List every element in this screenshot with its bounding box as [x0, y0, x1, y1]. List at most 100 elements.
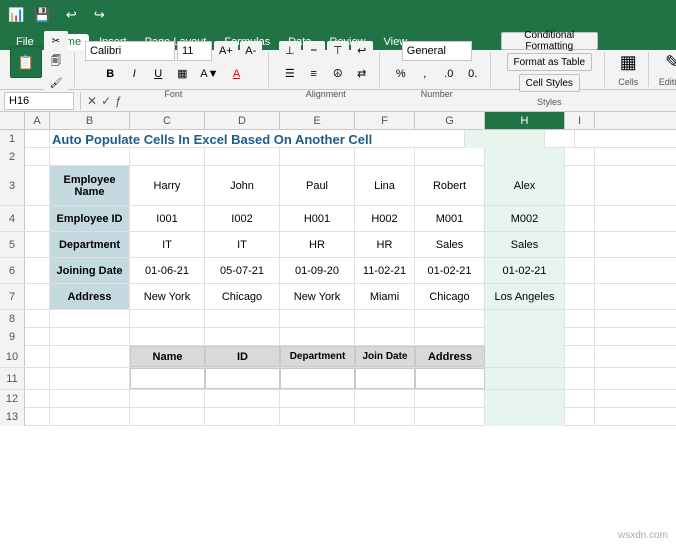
- confirm-formula-icon[interactable]: ✓: [101, 94, 111, 108]
- cell-D2[interactable]: [205, 148, 280, 166]
- cut-button[interactable]: ✂: [44, 31, 68, 51]
- cell-A6[interactable]: [25, 258, 50, 283]
- cell-A3[interactable]: [25, 166, 50, 205]
- cell-C7[interactable]: New York: [130, 284, 205, 309]
- decrease-decimal-button[interactable]: 0.: [462, 64, 484, 84]
- cell-H1[interactable]: [465, 130, 545, 148]
- cell-A11[interactable]: [25, 368, 50, 389]
- cell-E5[interactable]: HR: [280, 232, 355, 257]
- cell-E12[interactable]: [280, 390, 355, 408]
- cell-D9[interactable]: [205, 328, 280, 346]
- cell-B11[interactable]: [50, 368, 130, 389]
- format-painter-button[interactable]: 🖌: [44, 73, 68, 93]
- cell-D11[interactable]: [205, 368, 280, 389]
- cell-B9[interactable]: [50, 328, 130, 346]
- cancel-formula-icon[interactable]: ✕: [87, 94, 97, 108]
- cell-F8[interactable]: [355, 310, 415, 328]
- cell-B12[interactable]: [50, 390, 130, 408]
- cell-F13[interactable]: [355, 408, 415, 426]
- col-header-B[interactable]: B: [50, 112, 130, 129]
- cell-G12[interactable]: [415, 390, 485, 408]
- editing-icon[interactable]: ✎: [660, 52, 676, 72]
- formula-input[interactable]: [126, 94, 672, 108]
- cell-B2[interactable]: [50, 148, 130, 166]
- cell-I10[interactable]: [565, 346, 595, 367]
- col-header-C[interactable]: C: [130, 112, 205, 129]
- cell-B13[interactable]: [50, 408, 130, 426]
- cell-C6[interactable]: 01-06-21: [130, 258, 205, 283]
- insert-function-icon[interactable]: ƒ: [115, 94, 122, 108]
- conditional-formatting-button[interactable]: Conditional Formatting: [501, 32, 598, 50]
- cell-C2[interactable]: [130, 148, 205, 166]
- cell-D12[interactable]: [205, 390, 280, 408]
- cell-E4[interactable]: H001: [280, 206, 355, 231]
- cell-H7[interactable]: Los Angeles: [485, 284, 565, 309]
- cell-F5[interactable]: HR: [355, 232, 415, 257]
- font-color-button[interactable]: A: [226, 64, 248, 84]
- cell-G3[interactable]: Robert: [415, 166, 485, 205]
- cell-B1[interactable]: Auto Populate Cells In Excel Based On An…: [50, 130, 465, 148]
- col-header-E[interactable]: E: [280, 112, 355, 129]
- col-header-H[interactable]: H: [485, 112, 565, 129]
- cell-A7[interactable]: [25, 284, 50, 309]
- cell-H3[interactable]: Alex: [485, 166, 565, 205]
- cell-D5[interactable]: IT: [205, 232, 280, 257]
- cell-B6-joining-date[interactable]: Joining Date: [50, 258, 130, 283]
- cell-G10-address[interactable]: Address: [415, 346, 485, 367]
- cell-H4[interactable]: M002: [485, 206, 565, 231]
- increase-font-button[interactable]: A+: [214, 41, 238, 61]
- cell-C9[interactable]: [130, 328, 205, 346]
- cell-A5[interactable]: [25, 232, 50, 257]
- font-size-selector[interactable]: 11: [177, 41, 212, 61]
- cell-G5[interactable]: Sales: [415, 232, 485, 257]
- cell-E13[interactable]: [280, 408, 355, 426]
- cell-I1[interactable]: [545, 130, 575, 148]
- align-top-button[interactable]: ⊥: [279, 41, 301, 61]
- cell-F7[interactable]: Miami: [355, 284, 415, 309]
- align-bottom-button[interactable]: ⊤: [327, 41, 349, 61]
- bold-button[interactable]: B: [99, 64, 121, 84]
- cell-E3[interactable]: Paul: [280, 166, 355, 205]
- cell-E8[interactable]: [280, 310, 355, 328]
- cell-A13[interactable]: [25, 408, 50, 426]
- cell-G13[interactable]: [415, 408, 485, 426]
- col-header-A[interactable]: A: [25, 112, 50, 129]
- cell-D6[interactable]: 05-07-21: [205, 258, 280, 283]
- undo-button[interactable]: ↩: [60, 5, 82, 25]
- cell-reference-box[interactable]: H16: [4, 92, 74, 110]
- cell-G7[interactable]: Chicago: [415, 284, 485, 309]
- cells-button[interactable]: ▦: [615, 52, 642, 72]
- cell-styles-button[interactable]: Cell Styles: [519, 74, 580, 92]
- cell-A9[interactable]: [25, 328, 50, 346]
- cell-C4[interactable]: I001: [130, 206, 205, 231]
- align-middle-button[interactable]: ⎯: [303, 41, 325, 61]
- cell-C5[interactable]: IT: [130, 232, 205, 257]
- cell-C8[interactable]: [130, 310, 205, 328]
- col-header-F[interactable]: F: [355, 112, 415, 129]
- cell-G4[interactable]: M001: [415, 206, 485, 231]
- cell-I9[interactable]: [565, 328, 595, 346]
- cell-G9[interactable]: [415, 328, 485, 346]
- cell-F10-join-date[interactable]: Join Date: [355, 346, 415, 367]
- cell-E10-department[interactable]: Department: [280, 346, 355, 367]
- cell-B7-address[interactable]: Address: [50, 284, 130, 309]
- col-header-I[interactable]: I: [565, 112, 595, 129]
- cell-G6[interactable]: 01-02-21: [415, 258, 485, 283]
- excel-icon[interactable]: 📊: [8, 7, 24, 23]
- cell-F3[interactable]: Lina: [355, 166, 415, 205]
- cell-G2[interactable]: [415, 148, 485, 166]
- cell-D3[interactable]: John: [205, 166, 280, 205]
- number-format-selector[interactable]: General: [402, 41, 472, 61]
- cell-H8[interactable]: [485, 310, 565, 328]
- align-center-button[interactable]: ≡: [303, 64, 325, 84]
- wrap-text-button[interactable]: ↩: [351, 41, 373, 61]
- cell-C13[interactable]: [130, 408, 205, 426]
- cell-F2[interactable]: [355, 148, 415, 166]
- cell-A12[interactable]: [25, 390, 50, 408]
- percent-button[interactable]: %: [390, 64, 412, 84]
- cell-C11[interactable]: [130, 368, 205, 389]
- cell-B10[interactable]: [50, 346, 130, 367]
- cell-C12[interactable]: [130, 390, 205, 408]
- border-button[interactable]: ▦: [171, 64, 193, 84]
- cell-I6[interactable]: [565, 258, 595, 283]
